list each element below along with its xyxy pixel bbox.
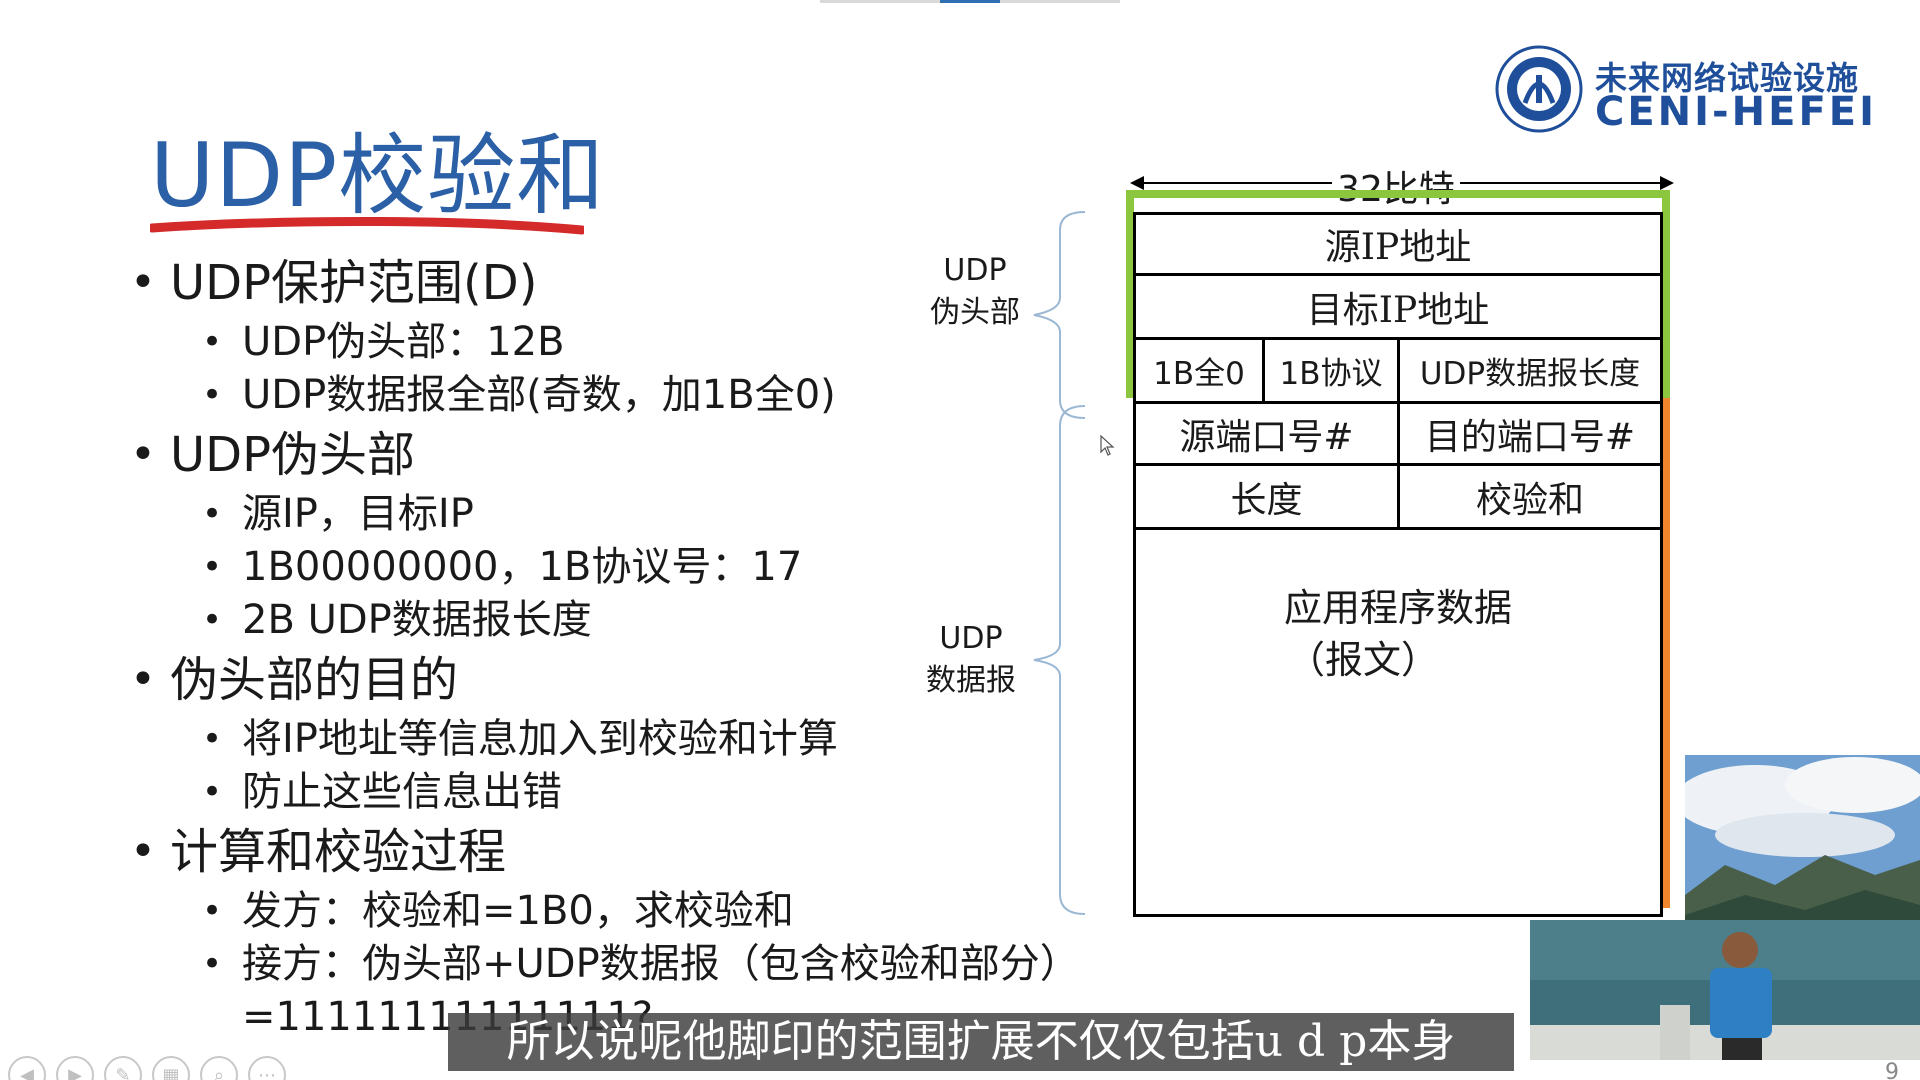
ceni-logo: 未来网络试验设施 CENI-HEFEI: [1495, 45, 1890, 135]
app-data-label: 应用程序数据: [1283, 586, 1512, 630]
page-number: 9: [1885, 1060, 1899, 1080]
width-arrow-right: [1460, 182, 1672, 184]
pseudo-header-label: UDP 伪头部: [930, 250, 1020, 334]
top-progress-strip: [820, 0, 1120, 3]
top-progress-indicator: [940, 0, 1000, 3]
next-icon[interactable]: ▶: [56, 1056, 94, 1080]
app-data-sublabel: （报文）: [1286, 638, 1439, 682]
row-dst-ip: 目标IP地址: [1136, 276, 1660, 340]
pseudo-header-label-line2: 伪头部: [930, 295, 1020, 330]
row-ports: 源端口号# 目的端口号#: [1136, 404, 1660, 466]
pen-icon[interactable]: ✎: [104, 1056, 142, 1080]
logo-english-text: CENI-HEFEI: [1595, 89, 1877, 135]
width-arrow-left: [1132, 182, 1332, 184]
presenter-video: [1530, 755, 1920, 1060]
pseudo-header-highlight-top: [1126, 190, 1670, 198]
row-src-ip: 源IP地址: [1136, 212, 1660, 276]
row-pseudo-fields: 1B全0 1B协议 UDP数据报长度: [1136, 340, 1660, 404]
datagram-label-line2: 数据报: [926, 663, 1016, 698]
cell-length: 长度: [1230, 479, 1303, 521]
arrow-right-icon: [1660, 176, 1674, 190]
bits-width-label: 32比特: [1332, 160, 1460, 212]
pseudo-header-brace: [1033, 211, 1086, 419]
prev-icon[interactable]: ◀: [8, 1056, 46, 1080]
datagram-label: UDP 数据报: [926, 618, 1016, 702]
pseudo-header-highlight-right: [1662, 190, 1670, 398]
cell-protocol: 1B协议: [1279, 356, 1383, 392]
cell-dst-ip: 目标IP地址: [1306, 289, 1490, 331]
video-landscape-top: [1685, 755, 1920, 945]
datagram-label-line1: UDP: [939, 621, 1003, 656]
mouse-cursor-icon: [1100, 435, 1115, 456]
row-length-checksum: 长度 校验和: [1136, 466, 1660, 530]
slideshow-controls: ◀ ▶ ✎ ▦ ⌕ ⋯: [8, 1056, 286, 1080]
video-subtitle: 所以说呢他脚印的范围扩展不仅仅包括u d p本身: [448, 1013, 1514, 1071]
cell-dst-port: 目的端口号#: [1424, 416, 1636, 458]
more-icon[interactable]: ⋯: [248, 1056, 286, 1080]
cell-src-port: 源端口号#: [1179, 416, 1354, 458]
app-data-block: 应用程序数据 （报文）: [1136, 582, 1660, 686]
title-underline: [150, 217, 584, 235]
ceni-emblem-icon: [1495, 45, 1583, 133]
pseudo-header-label-line1: UDP: [943, 253, 1007, 288]
datagram-brace: [1033, 405, 1086, 915]
cell-src-ip: 源IP地址: [1324, 227, 1472, 268]
zoom-icon[interactable]: ⌕: [200, 1056, 238, 1080]
cell-checksum: 校验和: [1475, 479, 1584, 521]
cell-udp-length: UDP数据报长度: [1419, 356, 1641, 392]
video-presenter-frame: [1530, 920, 1920, 1060]
cell-zero-byte: 1B全0: [1153, 356, 1245, 392]
slides-icon[interactable]: ▦: [152, 1056, 190, 1080]
